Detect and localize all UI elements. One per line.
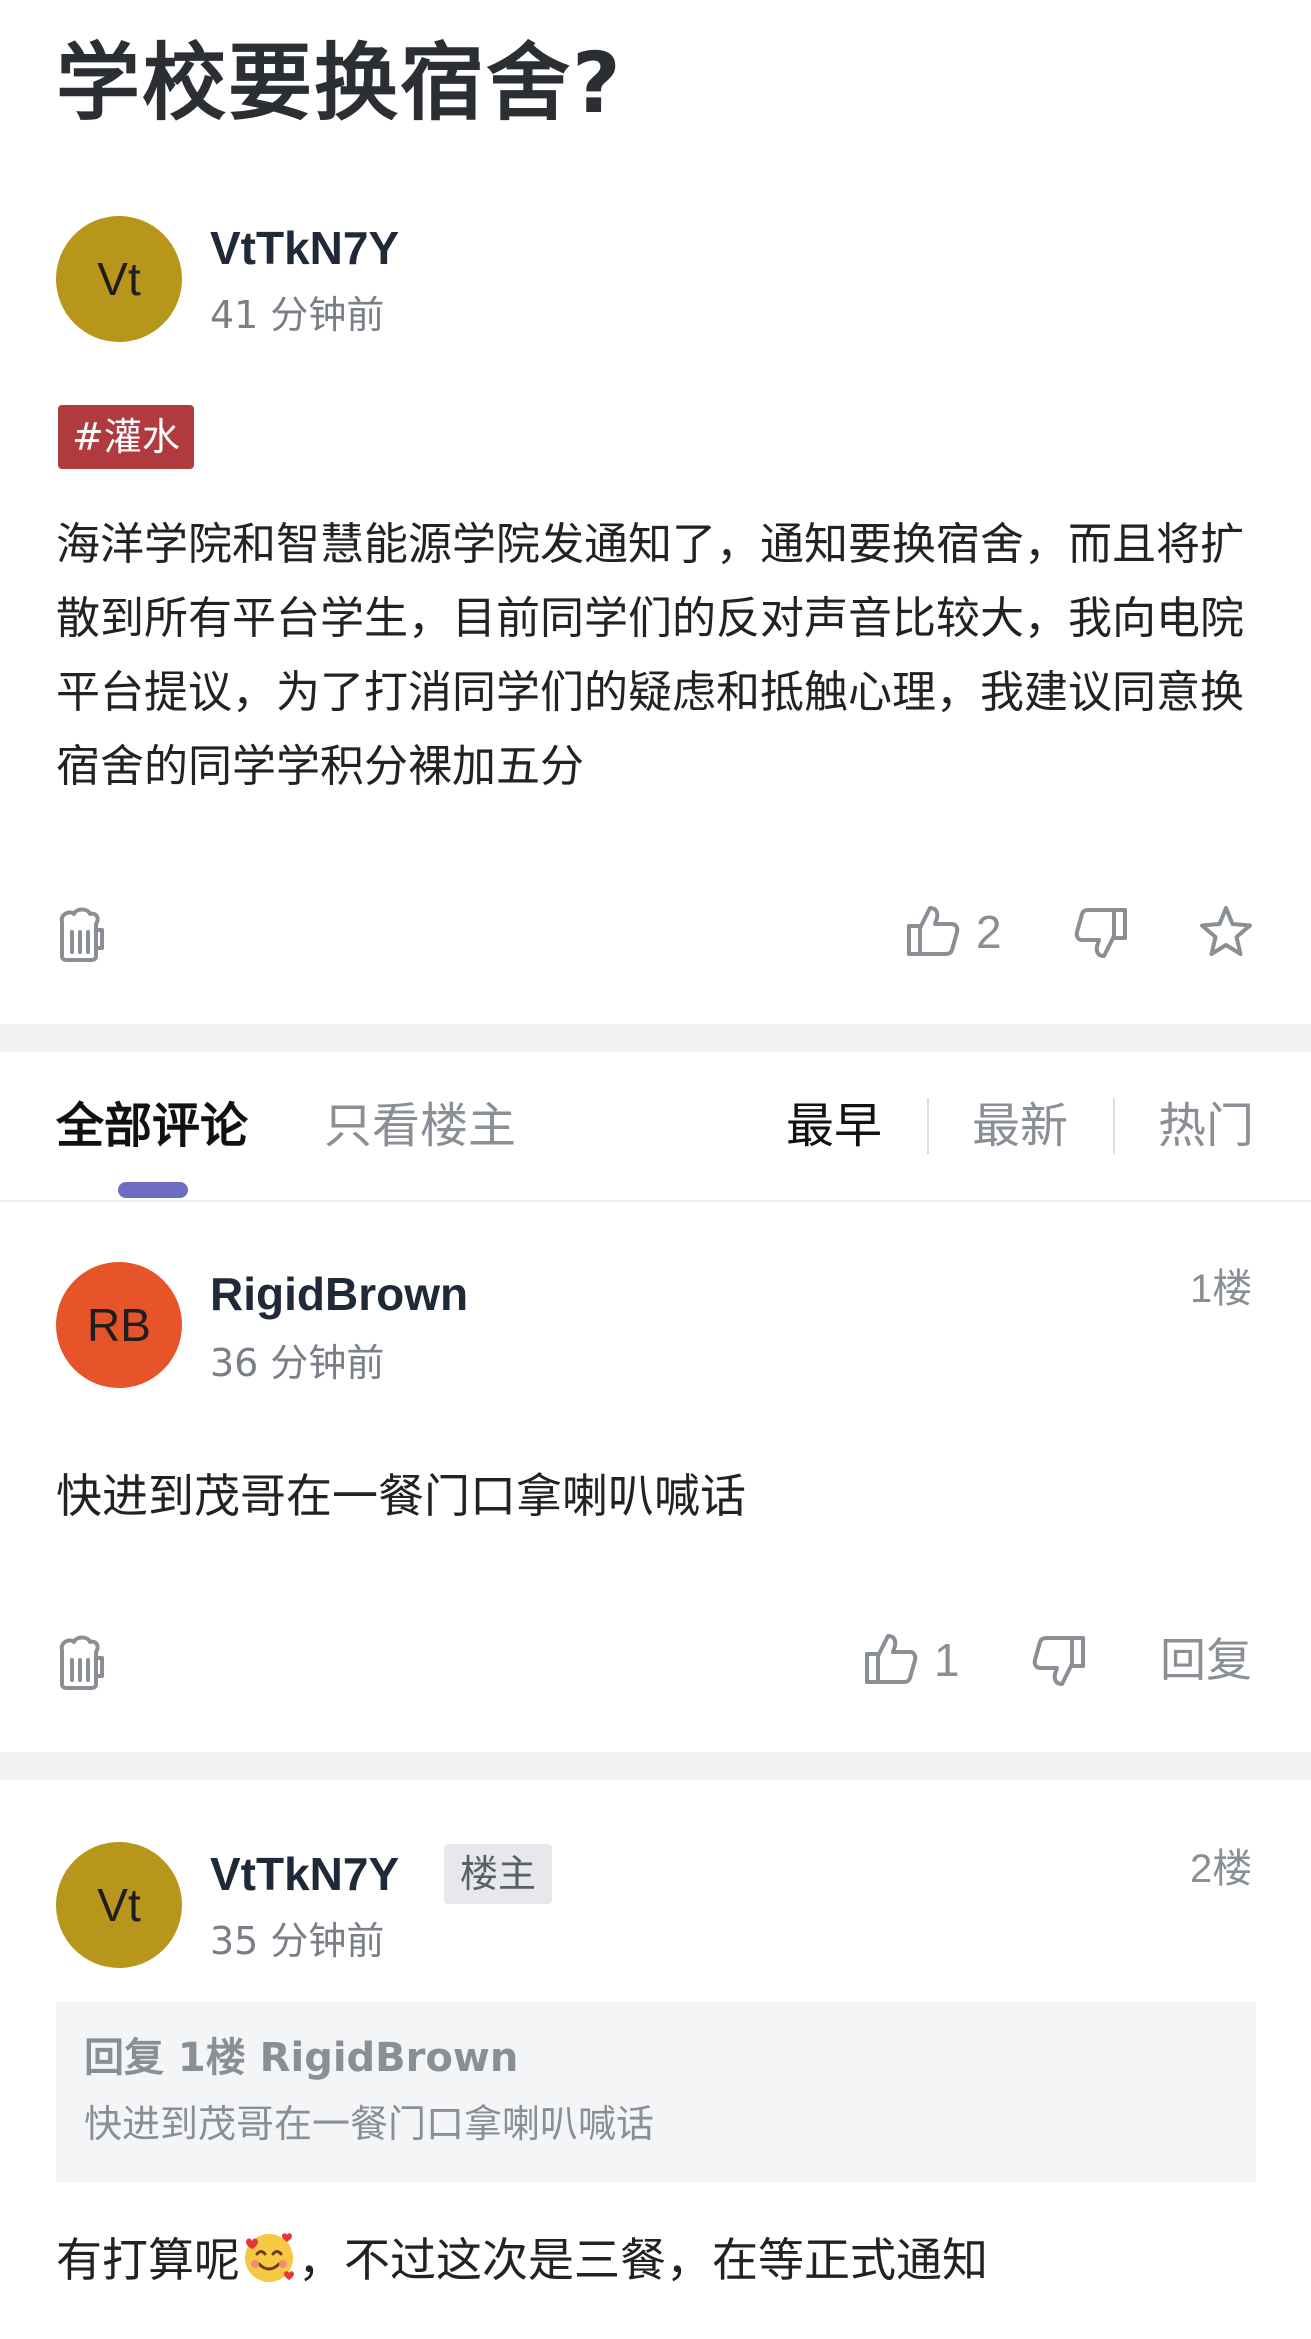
avatar-initials: Vt <box>97 253 141 305</box>
sort-separator <box>1113 1098 1115 1154</box>
commenter-avatar[interactable]: RB <box>56 1262 182 1388</box>
smiling-face-with-hearts-emoji <box>240 2228 298 2286</box>
quoted-reply-text: 快进到茂哥在一餐门口拿喇叭喊话 <box>84 2102 655 2146</box>
author-name[interactable]: VtTkN7Y <box>210 218 399 278</box>
tab-op-only[interactable]: 只看楼主 <box>324 1096 516 1156</box>
post-body: 海洋学院和智慧能源学院发通知了，通知要换宿舍，而且将扩散到所有平台学生，目前同学… <box>56 519 1244 792</box>
avatar-initials: RB <box>87 1299 151 1351</box>
post-like-count: 2 <box>976 906 1002 958</box>
author-avatar[interactable]: Vt <box>56 216 182 342</box>
post-time: 41 分钟前 <box>210 293 385 337</box>
star-icon[interactable] <box>1198 904 1254 960</box>
sort-hot[interactable]: 热门 <box>1158 1096 1254 1156</box>
sort-newest[interactable]: 最新 <box>972 1096 1068 1156</box>
beer-mug-icon[interactable] <box>56 906 106 962</box>
floor-number: 2楼 <box>1190 1847 1253 1891</box>
comment-body: 快进到茂哥在一餐门口拿喇叭喊话 <box>56 1469 746 1523</box>
quoted-reply-box[interactable] <box>56 2002 1256 2182</box>
thumbs-down-icon[interactable] <box>1032 1634 1086 1688</box>
comment-body-part: ，不过这次是三餐，在等正式通知 <box>298 2233 988 2287</box>
commenter-avatar[interactable]: Vt <box>56 1842 182 1968</box>
thumbs-up-icon[interactable] <box>864 1632 918 1686</box>
quoted-reply-header: 回复 1楼 RigidBrown <box>84 2035 519 2081</box>
section-divider <box>0 1752 1311 1780</box>
comment-body-part: 有打算呢 <box>56 2233 240 2287</box>
commenter-name[interactable]: VtTkN7Y <box>210 1844 399 1904</box>
avatar-initials: Vt <box>97 1879 141 1931</box>
tabs-bottom-border <box>0 1200 1311 1202</box>
active-tab-indicator <box>118 1182 188 1198</box>
comment-like-count: 1 <box>934 1634 960 1686</box>
comment-body: 有打算呢 ，不过这次是三餐，在等正式通知 <box>56 2228 988 2290</box>
tab-all-comments[interactable]: 全部评论 <box>56 1096 248 1156</box>
post-title: 学校要换宿舍? <box>56 34 623 132</box>
op-badge: 楼主 <box>444 1844 553 1904</box>
thumbs-down-icon[interactable] <box>1074 906 1128 960</box>
sort-separator <box>927 1098 929 1154</box>
topic-tag[interactable]: #灌水 <box>58 405 194 469</box>
comment-time: 36 分钟前 <box>210 1341 385 1385</box>
floor-number: 1楼 <box>1190 1267 1253 1311</box>
sort-earliest[interactable]: 最早 <box>786 1096 882 1156</box>
reply-button[interactable]: 回复 <box>1160 1630 1252 1690</box>
comment-time: 35 分钟前 <box>210 1919 385 1963</box>
section-divider <box>0 1024 1311 1052</box>
commenter-name[interactable]: RigidBrown <box>210 1264 468 1324</box>
beer-mug-icon[interactable] <box>56 1634 106 1690</box>
thumbs-up-icon[interactable] <box>906 904 960 958</box>
